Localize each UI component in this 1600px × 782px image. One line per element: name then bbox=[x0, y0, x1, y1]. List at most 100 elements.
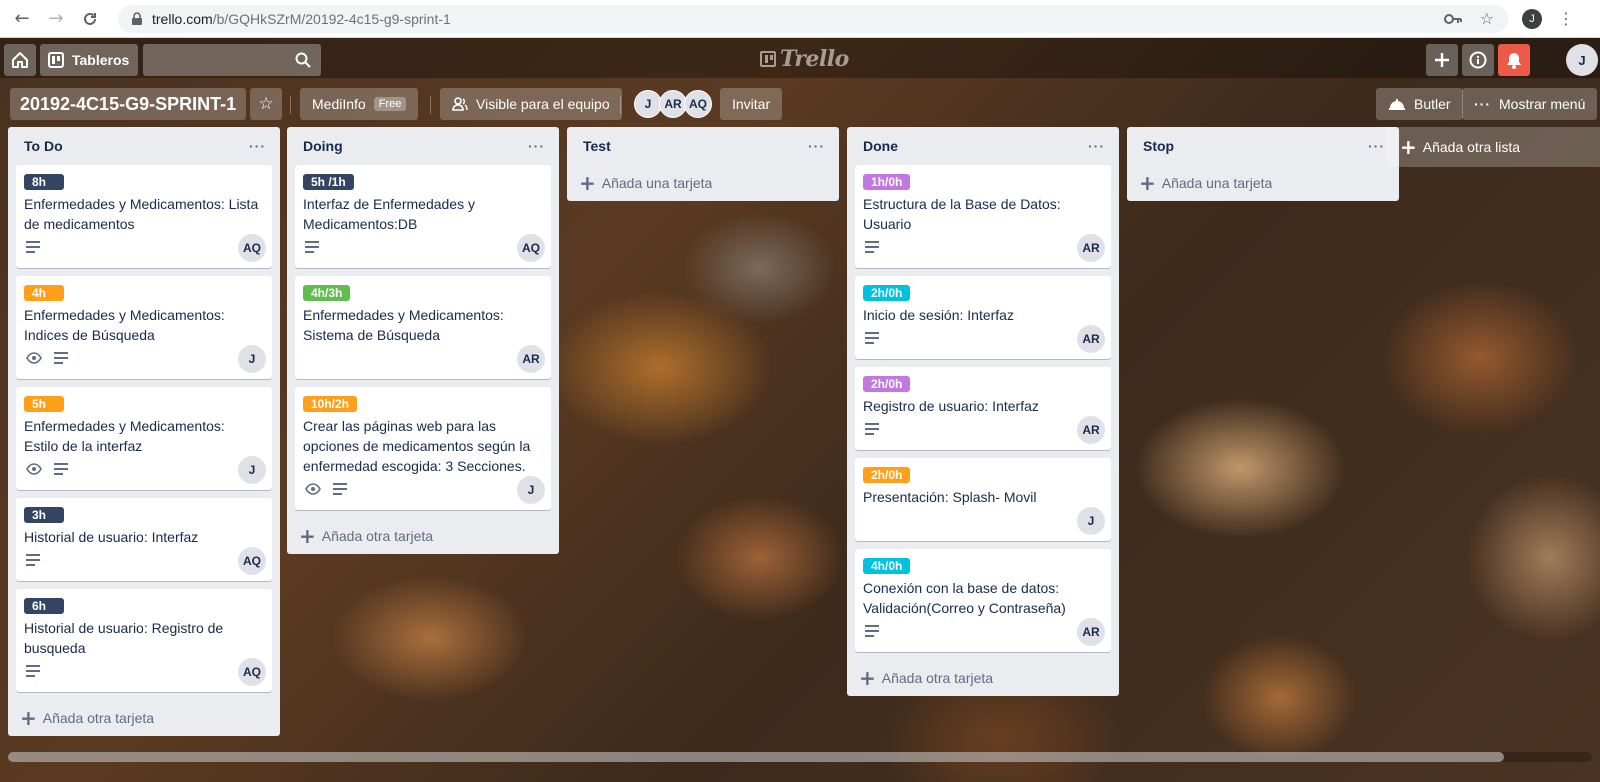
card[interactable]: 3h Historial de usuario: Interfaz AQ bbox=[16, 498, 272, 581]
card-label[interactable]: 5h bbox=[24, 396, 64, 412]
card[interactable]: 2h/0h Registro de usuario: Interfaz AR bbox=[855, 367, 1111, 450]
card-label[interactable]: 4h bbox=[24, 285, 64, 301]
card-member-avatar[interactable]: AQ bbox=[238, 658, 266, 686]
list-menu-icon[interactable]: ··· bbox=[249, 138, 266, 154]
card-label[interactable]: 2h/0h bbox=[863, 376, 911, 392]
list-title[interactable]: Doing bbox=[303, 138, 343, 154]
list-header[interactable]: Stop ··· bbox=[1127, 127, 1399, 165]
card[interactable]: 4h/0h Conexión con la base de datos: Vali… bbox=[855, 549, 1111, 652]
list-header[interactable]: Doing ··· bbox=[287, 127, 559, 165]
butler-icon bbox=[1389, 99, 1405, 110]
card-badges bbox=[303, 234, 543, 262]
list-header[interactable]: Test ··· bbox=[567, 127, 839, 165]
board-title[interactable]: 20192-4C15-G9-SPRINT-1 bbox=[10, 88, 247, 120]
list-menu-icon[interactable]: ··· bbox=[1368, 138, 1385, 154]
add-card-button[interactable]: + Añada otra tarjeta bbox=[8, 700, 280, 736]
card-title: Historial de usuario: Registro de busque… bbox=[24, 620, 224, 656]
card[interactable]: 10h/2h Crear las páginas web para las opc… bbox=[295, 387, 551, 510]
list-header[interactable]: To Do ··· bbox=[8, 127, 280, 165]
card[interactable]: 2h/0h Inicio de sesión: Interfaz AR bbox=[855, 276, 1111, 359]
create-button[interactable] bbox=[1426, 44, 1458, 76]
trello-logo[interactable]: Trello bbox=[760, 46, 849, 72]
card-member-avatar[interactable]: AQ bbox=[238, 234, 266, 262]
card-badges bbox=[863, 618, 1103, 646]
card-member-avatar[interactable]: AR bbox=[1077, 234, 1105, 262]
card-member-avatar[interactable]: AR bbox=[1077, 618, 1105, 646]
browser-profile-avatar[interactable]: J bbox=[1522, 8, 1542, 29]
butler-button[interactable]: Butler bbox=[1376, 88, 1463, 120]
card-label[interactable]: 3h bbox=[24, 507, 64, 523]
card-label[interactable]: 2h/0h bbox=[863, 285, 911, 301]
info-button[interactable] bbox=[1462, 44, 1494, 76]
list-menu-icon[interactable]: ··· bbox=[528, 138, 545, 154]
card[interactable]: 2h/0h Presentación: Splash- Movil J bbox=[855, 458, 1111, 541]
back-icon[interactable]: ← bbox=[10, 7, 34, 31]
watch-badge bbox=[305, 482, 321, 498]
show-menu-button[interactable]: ··· Mostrar menú bbox=[1462, 88, 1598, 120]
card-label[interactable]: 1h/0h bbox=[863, 174, 911, 190]
invite-button[interactable]: Invitar bbox=[720, 88, 783, 120]
card[interactable]: 1h/0h Estructura de la Base de Datos: Usu… bbox=[855, 165, 1111, 268]
card-member-avatar[interactable]: AR bbox=[517, 345, 545, 373]
card-label[interactable]: 5h /1h bbox=[303, 174, 354, 190]
forward-icon[interactable]: → bbox=[44, 7, 68, 31]
list-title[interactable]: Stop bbox=[1143, 138, 1174, 154]
card-member-avatar[interactable]: J bbox=[1077, 507, 1105, 535]
star-board-button[interactable]: ☆ bbox=[250, 88, 282, 120]
card-badges bbox=[24, 234, 264, 262]
list-title[interactable]: Done bbox=[863, 138, 898, 154]
team-button[interactable]: MediInfo Free bbox=[300, 88, 419, 120]
browser-menu-icon[interactable]: ⋮ bbox=[1558, 9, 1574, 28]
card-label[interactable]: 10h/2h bbox=[303, 396, 358, 412]
key-icon[interactable] bbox=[1443, 13, 1462, 25]
list-title[interactable]: To Do bbox=[24, 138, 63, 154]
description-badge bbox=[865, 240, 879, 256]
card-member-avatar[interactable]: J bbox=[238, 456, 266, 484]
card-label[interactable]: 4h/3h bbox=[303, 285, 351, 301]
card-member-avatar[interactable]: AQ bbox=[517, 234, 545, 262]
card-member-avatar[interactable]: AR bbox=[1077, 416, 1105, 444]
board-member-avatar[interactable]: AR bbox=[659, 90, 687, 118]
address-bar[interactable]: trello.com/b/GQHkSZrM/20192-4c15-g9-spri… bbox=[118, 4, 1508, 33]
board-member-avatar[interactable]: J bbox=[634, 90, 662, 118]
board-member-avatar[interactable]: AQ bbox=[684, 90, 712, 118]
card[interactable]: 5h /1h Interfaz de Enfermedades y Medicam… bbox=[295, 165, 551, 268]
card-label[interactable]: 8h bbox=[24, 174, 64, 190]
list-header[interactable]: Done ··· bbox=[847, 127, 1119, 165]
card-member-avatar[interactable]: AR bbox=[1077, 325, 1105, 353]
add-card-button[interactable]: + Añada una tarjeta bbox=[1127, 165, 1399, 201]
card[interactable]: 5h Enfermedades y Medicamentos: Estilo de… bbox=[16, 387, 272, 490]
card[interactable]: 4h/3h Enfermedades y Medicamentos: Sistem… bbox=[295, 276, 551, 379]
description-badge bbox=[865, 331, 879, 347]
star-bookmark-icon[interactable]: ☆ bbox=[1480, 9, 1494, 28]
user-avatar[interactable]: J bbox=[1566, 44, 1598, 76]
card[interactable]: 8h Enfermedades y Medicamentos: Lista de … bbox=[16, 165, 272, 268]
card-member-avatar[interactable]: J bbox=[517, 476, 545, 504]
search-input[interactable] bbox=[143, 44, 321, 76]
add-card-button[interactable]: + Añada otra tarjeta bbox=[287, 518, 559, 554]
reload-icon[interactable] bbox=[78, 7, 102, 31]
card-label[interactable]: 6h bbox=[24, 598, 64, 614]
team-visibility-icon bbox=[452, 97, 468, 111]
description-icon bbox=[865, 332, 879, 344]
card-label[interactable]: 4h/0h bbox=[863, 558, 911, 574]
scrollbar-thumb[interactable] bbox=[8, 752, 1504, 762]
boards-button[interactable]: Tableros bbox=[40, 44, 138, 76]
notifications-button[interactable] bbox=[1498, 44, 1530, 76]
add-card-button[interactable]: + Añada una tarjeta bbox=[567, 165, 839, 201]
card[interactable]: 6h Historial de usuario: Registro de busq… bbox=[16, 589, 272, 692]
list-menu-icon[interactable]: ··· bbox=[1088, 138, 1105, 154]
list-menu-icon[interactable]: ··· bbox=[808, 138, 825, 154]
add-card-button[interactable]: + Añada otra tarjeta bbox=[847, 660, 1119, 696]
bell-icon bbox=[1507, 53, 1521, 69]
card-member-avatar[interactable]: AQ bbox=[238, 547, 266, 575]
url-path: /b/GQHkSZrM/20192-4c15-g9-sprint-1 bbox=[212, 10, 451, 27]
card[interactable]: 4h Enfermedades y Medicamentos: Indices d… bbox=[16, 276, 272, 379]
visibility-button[interactable]: Visible para el equipo bbox=[440, 88, 622, 120]
list-title[interactable]: Test bbox=[583, 138, 611, 154]
home-button[interactable] bbox=[4, 44, 36, 76]
add-list-button[interactable]: + Añada otra lista bbox=[1386, 127, 1600, 167]
card-label[interactable]: 2h/0h bbox=[863, 467, 911, 483]
card-member-avatar[interactable]: J bbox=[238, 345, 266, 373]
card-badges bbox=[863, 325, 1103, 353]
